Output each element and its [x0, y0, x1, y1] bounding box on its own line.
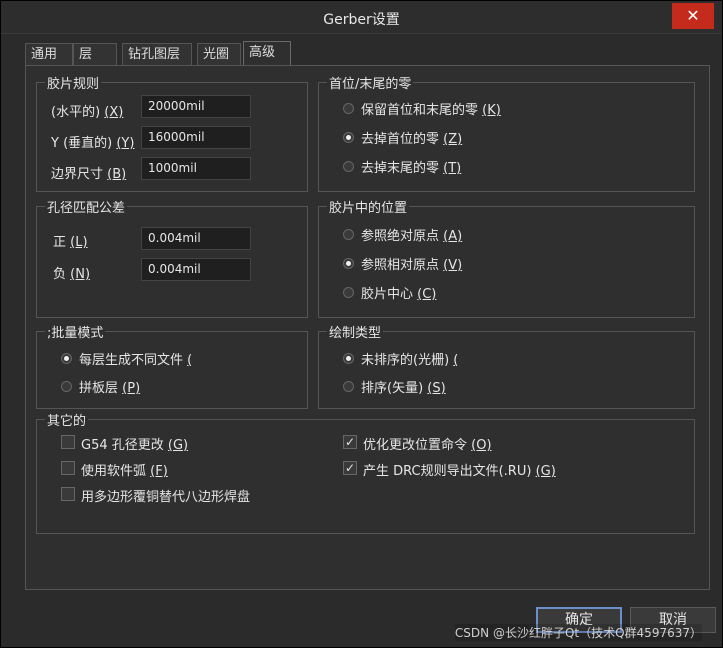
x-size-input[interactable]: 20000mil	[141, 95, 251, 118]
radio-suppress-leading[interactable]	[343, 132, 354, 143]
batch-mode-group: ;批量模式 每层生成不同文件 ( 拼板层 (P)	[36, 322, 308, 409]
software-arcs-label[interactable]: 使用软件弧 (F)	[81, 460, 168, 479]
radio-suppress-trailing[interactable]	[343, 161, 354, 172]
panelize-layers-label[interactable]: 拼板层 (P)	[79, 377, 140, 396]
tab-layers[interactable]: 层	[73, 43, 117, 65]
polygon-pads-label[interactable]: 用多边形覆铜替代八边形焊盘	[81, 486, 250, 505]
aperture-tolerance-legend: 孔径匹配公差	[45, 197, 128, 216]
batch-mode-legend: ;批量模式	[45, 322, 106, 341]
separate-files-label[interactable]: 每层生成不同文件 (	[79, 349, 192, 368]
border-size-input[interactable]: 1000mil	[141, 157, 251, 180]
suppress-leading-label[interactable]: 去掉首位的零 (Z)	[361, 128, 462, 147]
radio-relative-origin[interactable]	[343, 258, 354, 269]
title-bar[interactable]: Gerber设置 ✕	[1, 1, 722, 34]
minus-tolerance-label: 负 (N)	[53, 267, 91, 282]
radio-panelize-layers[interactable]	[61, 381, 72, 392]
tab-drill-drawing[interactable]: 钻孔图层	[122, 43, 192, 65]
y-size-label: Y (垂直的) (Y)	[51, 136, 135, 151]
sorted-vector-label[interactable]: 排序(矢量) (S)	[361, 377, 446, 396]
relative-origin-label[interactable]: 参照相对原点 (V)	[361, 254, 462, 273]
film-rules-legend: 胶片规则	[45, 73, 102, 92]
radio-keep-zeros[interactable]	[343, 103, 354, 114]
drc-export-label[interactable]: 产生 DRC规则导出文件(.RU) (G)	[363, 460, 556, 479]
checkbox-optimize-position[interactable]: ✓	[343, 435, 357, 449]
minus-tolerance-input[interactable]: 0.004mil	[141, 258, 251, 281]
radio-absolute-origin[interactable]	[343, 229, 354, 240]
plot-type-group: 绘制类型 未排序的(光栅) ( 排序(矢量) (S)	[318, 322, 695, 409]
checkbox-polygon-pads[interactable]	[61, 487, 75, 501]
checkbox-g54[interactable]	[61, 435, 75, 449]
keep-zeros-label[interactable]: 保留首位和末尾的零 (K)	[361, 99, 501, 118]
radio-film-center[interactable]	[343, 287, 354, 298]
film-position-group: 胶片中的位置 参照绝对原点 (A) 参照相对原点 (V) 胶片中心 (C)	[318, 197, 695, 318]
plus-tolerance-input[interactable]: 0.004mil	[141, 227, 251, 250]
radio-separate-files[interactable]	[61, 353, 72, 364]
border-size-label: 边界尺寸 (B)	[51, 167, 127, 182]
plot-type-legend: 绘制类型	[327, 322, 384, 341]
optimize-position-label[interactable]: 优化更改位置命令 (O)	[363, 434, 492, 453]
tab-advanced[interactable]: 高级	[243, 41, 291, 65]
close-button[interactable]: ✕	[672, 3, 714, 29]
film-rules-group: 胶片规则 (水平的) (X) 20000mil Y (垂直的) (Y) 1600…	[36, 73, 308, 192]
checkbox-software-arcs[interactable]	[61, 461, 75, 475]
unsorted-raster-label[interactable]: 未排序的(光栅) (	[361, 349, 458, 368]
other-legend: 其它的	[45, 410, 89, 429]
y-size-input[interactable]: 16000mil	[141, 126, 251, 149]
g54-label[interactable]: G54 孔径更改 (G)	[81, 434, 188, 453]
aperture-tolerance-group: 孔径匹配公差 正 (L) 0.004mil 负 (N) 0.004mil	[36, 197, 308, 318]
zeros-group: 首位/末尾的零 保留首位和末尾的零 (K) 去掉首位的零 (Z) 去掉末尾的零 …	[318, 73, 695, 192]
gerber-settings-dialog: Gerber设置 ✕ 通用 层 钻孔图层 光圈 高级 胶片规则 (水平的) (X…	[0, 0, 723, 648]
checkbox-drc-export[interactable]: ✓	[343, 461, 357, 475]
radio-unsorted-raster[interactable]	[343, 353, 354, 364]
watermark: CSDN @长沙红胖子Qt（技术Q群4597637）	[454, 624, 702, 641]
tab-apertures[interactable]: 光圈	[197, 43, 241, 65]
advanced-panel: 胶片规则 (水平的) (X) 20000mil Y (垂直的) (Y) 1600…	[25, 65, 710, 590]
tab-general[interactable]: 通用	[25, 43, 73, 65]
x-size-label: (水平的) (X)	[51, 105, 124, 120]
suppress-trailing-label[interactable]: 去掉末尾的零 (T)	[361, 157, 461, 176]
plus-tolerance-label: 正 (L)	[53, 235, 88, 250]
radio-sorted-vector[interactable]	[343, 381, 354, 392]
film-position-legend: 胶片中的位置	[327, 197, 410, 216]
absolute-origin-label[interactable]: 参照绝对原点 (A)	[361, 225, 462, 244]
zeros-legend: 首位/末尾的零	[327, 73, 414, 92]
window-title: Gerber设置	[323, 12, 400, 28]
other-group: 其它的 G54 孔径更改 (G) 使用软件弧 (F) 用多边形覆铜替代八边形焊盘…	[36, 410, 695, 534]
film-center-label[interactable]: 胶片中心 (C)	[361, 283, 436, 302]
